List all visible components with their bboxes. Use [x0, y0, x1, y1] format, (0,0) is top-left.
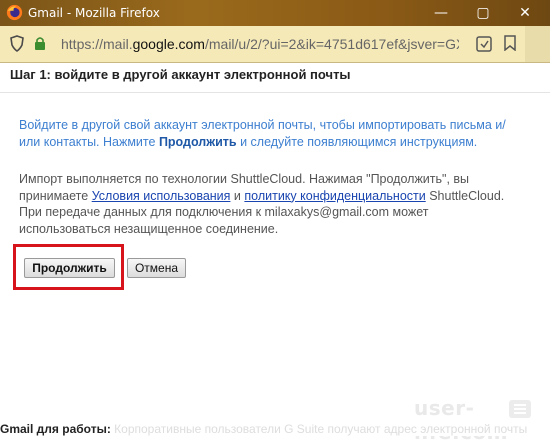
intro-continue-word: Продолжить: [158, 135, 237, 149]
menu-icon: [509, 400, 531, 418]
terms-link[interactable]: Условия использования: [92, 189, 231, 203]
info-and: и: [230, 188, 245, 203]
cancel-button[interactable]: Отмена: [127, 258, 186, 278]
lock-icon[interactable]: [34, 36, 46, 51]
intro-text-end: и следуйте появляющимся инструкциям.: [236, 135, 478, 149]
url-prefix: https://mail.: [61, 36, 133, 52]
continue-button[interactable]: Продолжить: [24, 258, 115, 278]
close-button[interactable]: ✕: [508, 0, 542, 26]
url-host: google.com: [132, 36, 205, 52]
bottom-text: Корпоративные пользователи G Suite получ…: [110, 422, 528, 436]
url-field[interactable]: https://mail.google.com/mail/u/2/?ui=2&i…: [61, 34, 459, 54]
intro-text: Войдите в другой свой аккаунт электронно…: [19, 117, 519, 151]
window-title: Gmail - Mozilla Firefox: [28, 6, 160, 20]
info-text: Импорт выполняется по технологии Shuttle…: [19, 171, 519, 237]
firefox-icon: [6, 4, 23, 21]
shield-icon[interactable]: [10, 35, 24, 52]
divider: [0, 92, 550, 93]
dialog-heading: Шаг 1: войдите в другой аккаунт электрон…: [10, 67, 351, 82]
privacy-link[interactable]: политику конфиденциальности: [244, 189, 425, 203]
bookmark-icon[interactable]: [502, 35, 518, 51]
maximize-button[interactable]: ▢: [466, 0, 500, 26]
bottom-bold-text: Gmail для работы:: [0, 422, 111, 436]
overflow-menu-button[interactable]: [525, 26, 550, 62]
extension-icon[interactable]: [475, 35, 493, 53]
address-bar: https://mail.google.com/mail/u/2/?ui=2&i…: [0, 26, 550, 63]
window-titlebar: Gmail - Mozilla Firefox — ▢ ✕: [0, 0, 550, 26]
url-path: /mail/u/2/?ui=2&ik=4751d617ef&jsver=GX4c: [204, 36, 459, 52]
background-page-strip: Gmail для работы: Корпоративные пользова…: [0, 422, 550, 436]
minimize-button[interactable]: —: [424, 0, 458, 26]
